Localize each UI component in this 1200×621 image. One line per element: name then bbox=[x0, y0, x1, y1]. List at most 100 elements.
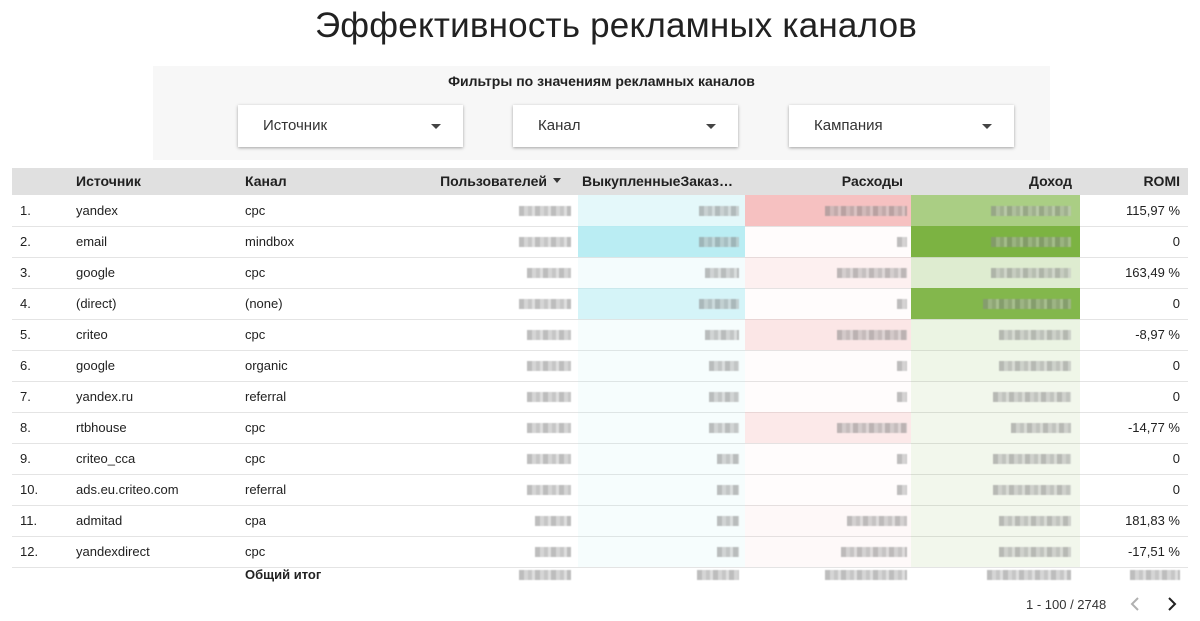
romi-cell: 0 bbox=[1172, 482, 1180, 497]
dropdown-arrow-icon bbox=[431, 124, 441, 129]
total-row: Общий итог bbox=[12, 563, 1188, 587]
redacted-value bbox=[847, 516, 907, 526]
channel-filter-dropdown[interactable]: Канал bbox=[513, 105, 738, 147]
filter-panel: Фильтры по значениям рекламных каналов И… bbox=[153, 66, 1050, 160]
redacted-value bbox=[699, 299, 739, 309]
source-filter-dropdown[interactable]: Источник bbox=[238, 105, 463, 147]
redacted-value bbox=[841, 547, 907, 557]
channel-filter-label: Канал bbox=[538, 117, 581, 134]
channel-cell: cpc bbox=[245, 265, 266, 280]
pagination-range: 1 - 100 / 2748 bbox=[1026, 597, 1107, 612]
channel-cell: cpc bbox=[245, 451, 266, 466]
redacted-value bbox=[705, 330, 739, 340]
table-row[interactable]: 9. criteo_cca cpc 0 bbox=[12, 443, 1188, 475]
redacted-value bbox=[527, 268, 571, 278]
redacted-value bbox=[991, 268, 1071, 278]
redacted-value bbox=[709, 392, 739, 402]
redacted-value bbox=[519, 206, 571, 216]
source-cell: yandex bbox=[76, 203, 118, 218]
table-row[interactable]: 4. (direct) (none) 0 bbox=[12, 288, 1188, 320]
chevron-right-icon[interactable] bbox=[1160, 592, 1184, 616]
channel-cell: (none) bbox=[245, 296, 283, 311]
redacted-value bbox=[897, 392, 907, 402]
redacted-value bbox=[1130, 570, 1180, 580]
redacted-value bbox=[897, 237, 907, 247]
column-header-users[interactable]: Пользователей bbox=[432, 168, 547, 195]
redacted-value bbox=[983, 299, 1071, 309]
expenses-heat-cell bbox=[745, 350, 911, 381]
romi-cell: 181,83 % bbox=[1125, 513, 1180, 528]
column-header-orders[interactable]: ВыкупленныеЗаказ… bbox=[582, 168, 738, 195]
redacted-value bbox=[999, 547, 1071, 557]
column-header-source[interactable]: Источник bbox=[76, 168, 141, 195]
source-cell: google bbox=[76, 265, 116, 280]
row-number: 5. bbox=[20, 327, 31, 342]
redacted-value bbox=[897, 361, 907, 371]
row-number: 8. bbox=[20, 420, 31, 435]
column-header-channel[interactable]: Канал bbox=[245, 168, 287, 195]
redacted-value bbox=[709, 423, 739, 433]
page-title: Эффективность рекламных каналов bbox=[314, 6, 918, 45]
redacted-value bbox=[699, 206, 739, 216]
redacted-value bbox=[991, 237, 1071, 247]
redacted-value bbox=[705, 268, 739, 278]
romi-cell: -8,97 % bbox=[1135, 327, 1180, 342]
redacted-value bbox=[1011, 423, 1071, 433]
redacted-value bbox=[825, 570, 907, 580]
channel-cell: cpc bbox=[245, 420, 266, 435]
redacted-value bbox=[717, 485, 739, 495]
row-number: 3. bbox=[20, 265, 31, 280]
sort-descending-icon[interactable] bbox=[552, 168, 562, 195]
column-header-income[interactable]: Доход bbox=[911, 168, 1072, 195]
romi-cell: 0 bbox=[1172, 296, 1180, 311]
redacted-value bbox=[837, 268, 907, 278]
redacted-value bbox=[709, 361, 739, 371]
redacted-value bbox=[697, 570, 739, 580]
redacted-value bbox=[699, 237, 739, 247]
row-number: 4. bbox=[20, 296, 31, 311]
expenses-heat-cell bbox=[745, 474, 911, 505]
table-row[interactable]: 11. admitad cpa 181,83 % bbox=[12, 505, 1188, 537]
channel-cell: organic bbox=[245, 358, 288, 373]
channel-cell: cpa bbox=[245, 513, 266, 528]
redacted-value bbox=[519, 237, 571, 247]
redacted-value bbox=[717, 547, 739, 557]
channel-cell: cpc bbox=[245, 327, 266, 342]
table-row[interactable]: 10. ads.eu.criteo.com referral 0 bbox=[12, 474, 1188, 506]
redacted-value bbox=[825, 206, 907, 216]
source-cell: criteo bbox=[76, 327, 108, 342]
redacted-value bbox=[897, 454, 907, 464]
source-filter-label: Источник bbox=[263, 117, 328, 134]
table-row[interactable]: 1. yandex cpc 115,97 % bbox=[12, 195, 1188, 227]
source-cell: email bbox=[76, 234, 108, 249]
table-row[interactable]: 7. yandex.ru referral 0 bbox=[12, 381, 1188, 413]
redacted-value bbox=[519, 570, 571, 580]
redacted-value bbox=[993, 454, 1071, 464]
column-header-romi[interactable]: ROMI bbox=[1080, 168, 1180, 195]
table-row[interactable]: 5. criteo cpc -8,97 % bbox=[12, 319, 1188, 351]
channel-cell: cpc bbox=[245, 203, 266, 218]
table-row[interactable]: 6. google organic 0 bbox=[12, 350, 1188, 382]
campaign-filter-label: Кампания bbox=[814, 117, 883, 134]
chevron-left-icon[interactable] bbox=[1123, 592, 1147, 616]
table-row[interactable]: 8. rtbhouse cpc -14,77 % bbox=[12, 412, 1188, 444]
redacted-value bbox=[991, 206, 1071, 216]
campaign-filter-dropdown[interactable]: Кампания bbox=[789, 105, 1014, 147]
expenses-heat-cell bbox=[745, 381, 911, 412]
total-label: Общий итог bbox=[245, 567, 322, 582]
source-cell: admitad bbox=[76, 513, 123, 528]
expenses-heat-cell bbox=[745, 288, 911, 319]
romi-cell: -14,77 % bbox=[1127, 420, 1180, 435]
source-cell: yandex.ru bbox=[76, 389, 134, 404]
expenses-heat-cell bbox=[745, 226, 911, 257]
redacted-value bbox=[535, 547, 571, 557]
redacted-value bbox=[897, 485, 907, 495]
table-row[interactable]: 3. google cpc 163,49 % bbox=[12, 257, 1188, 289]
source-cell: criteo_cca bbox=[76, 451, 136, 466]
redacted-value bbox=[527, 361, 571, 371]
table-row[interactable]: 2. email mindbox 0 bbox=[12, 226, 1188, 258]
romi-cell: 0 bbox=[1172, 358, 1180, 373]
channel-cell: referral bbox=[245, 389, 287, 404]
row-number: 2. bbox=[20, 234, 31, 249]
column-header-expenses[interactable]: Расходы bbox=[745, 168, 903, 195]
